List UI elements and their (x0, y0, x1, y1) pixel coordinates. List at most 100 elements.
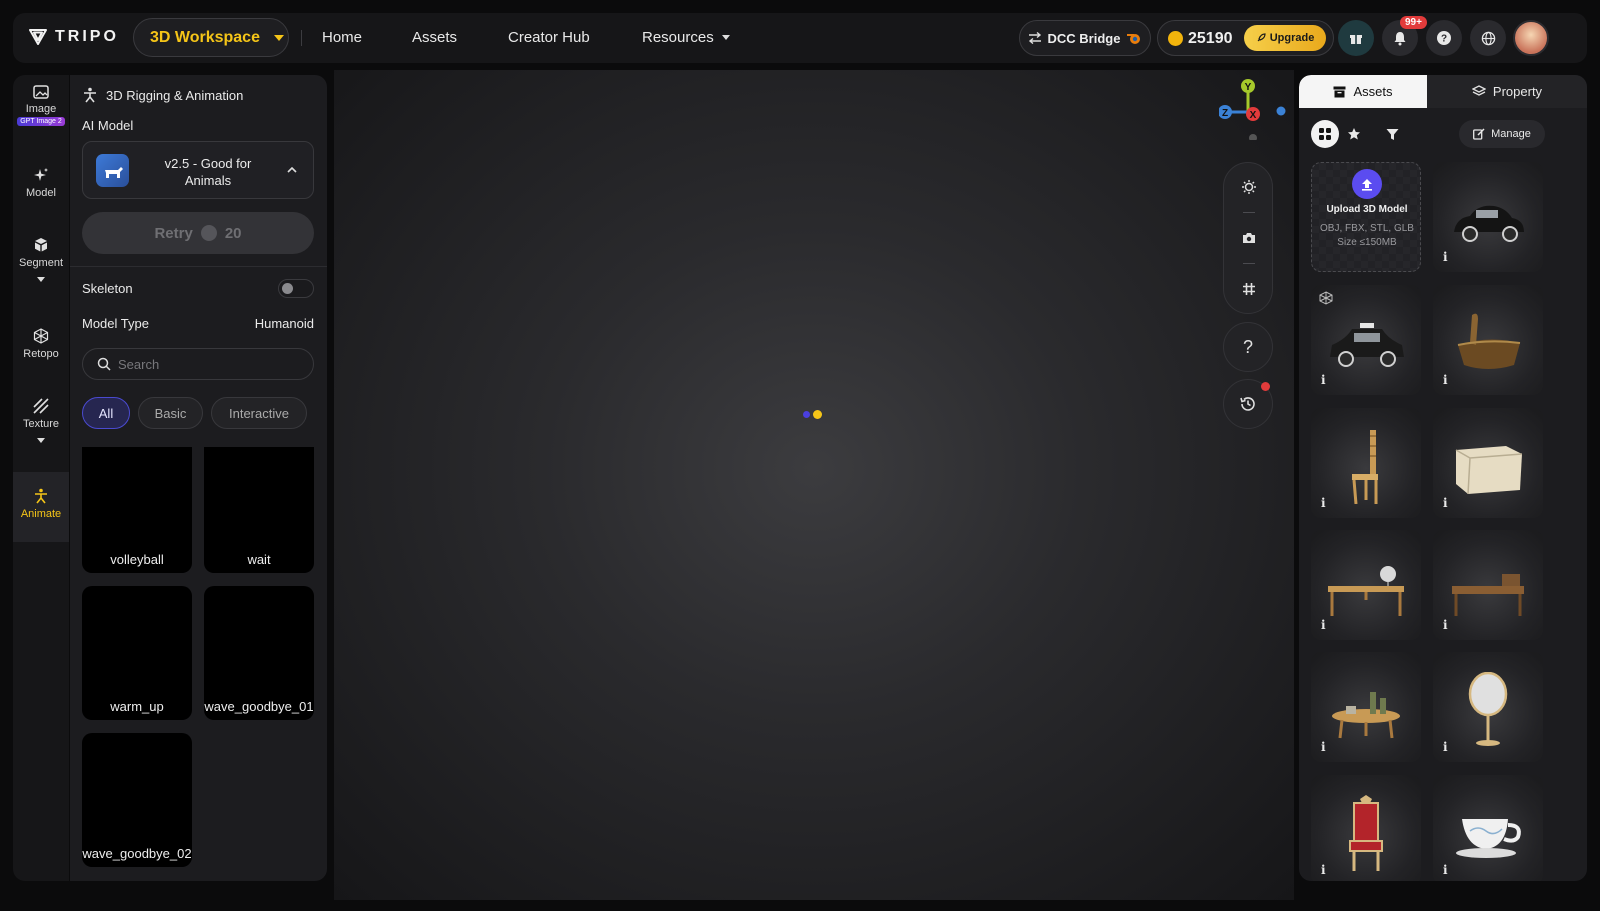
camera-icon (1243, 233, 1255, 243)
divider (1243, 212, 1255, 213)
rail-item-animate[interactable]: Animate (13, 472, 69, 542)
tripo-logo[interactable]: TRIPO (29, 28, 119, 46)
caret-down-icon[interactable] (37, 438, 45, 443)
animation-card[interactable]: wave_goodbye_01 (204, 586, 314, 720)
asset-card-taxi-car[interactable]: i (1311, 285, 1421, 395)
nav-resources[interactable]: Resources (642, 29, 730, 46)
filter-chip-all[interactable]: All (82, 397, 130, 429)
search-input[interactable] (118, 356, 308, 372)
rail-label-image: Image (25, 103, 57, 115)
wooden-boat-thumbnail (1457, 313, 1521, 369)
animation-search[interactable] (82, 348, 314, 380)
axis-gizmo[interactable]: Y Z X (1219, 78, 1289, 140)
grid-icon (1319, 128, 1331, 140)
swap-arrows-icon (1028, 32, 1041, 44)
dcc-bridge-label: DCC Bridge (1047, 30, 1121, 46)
help-chat-button[interactable]: ? (1426, 20, 1462, 56)
workspace-dropdown[interactable]: 3D Workspace (133, 18, 289, 57)
panel-header: 3D Rigging & Animation (82, 87, 243, 103)
animation-card[interactable]: wait (204, 447, 314, 573)
layers-icon (1471, 85, 1486, 96)
texture-stripes-icon (33, 398, 49, 414)
upload-title: Upload 3D Model (1326, 204, 1408, 215)
animation-name: warm_up (110, 699, 164, 714)
tab-assets[interactable]: Assets (1299, 75, 1427, 108)
history-button[interactable] (1223, 379, 1273, 429)
info-icon[interactable]: i (1443, 250, 1448, 264)
notifications-button[interactable]: 99+ (1382, 16, 1427, 56)
asset-card-standing-mirror[interactable]: i (1433, 652, 1543, 762)
info-icon[interactable]: i (1321, 863, 1326, 877)
user-avatar[interactable] (1513, 20, 1549, 56)
info-icon[interactable]: i (1443, 496, 1448, 510)
grid-toggle-button[interactable] (1236, 276, 1262, 302)
asset-card-teacup[interactable]: i (1433, 775, 1543, 881)
animation-card[interactable]: volleyball (82, 447, 192, 573)
asset-card-wooden-boat[interactable]: i (1433, 285, 1543, 395)
language-button[interactable] (1470, 20, 1506, 56)
info-icon[interactable]: i (1321, 618, 1326, 632)
info-icon[interactable]: i (1443, 740, 1448, 754)
animation-card[interactable]: wave_goodbye_02 (82, 733, 192, 867)
info-icon[interactable]: i (1443, 373, 1448, 387)
rail-label-animate: Animate (20, 508, 62, 520)
asset-card-side-table-with-bottles[interactable]: i (1311, 652, 1421, 762)
help-button[interactable]: ? (1223, 322, 1273, 372)
info-icon[interactable]: i (1443, 618, 1448, 632)
divider (1243, 263, 1255, 264)
info-icon[interactable]: i (1321, 740, 1326, 754)
manage-button[interactable]: Manage (1459, 120, 1545, 148)
view-all-button[interactable] (1311, 120, 1339, 148)
asset-card-writing-desk[interactable]: i (1433, 530, 1543, 640)
model-type-label: Model Type (82, 316, 149, 331)
info-icon[interactable]: i (1321, 496, 1326, 510)
nav-assets[interactable]: Assets (412, 29, 457, 46)
3d-viewport[interactable]: Y Z X ? (334, 70, 1294, 900)
info-icon[interactable]: i (1321, 373, 1326, 387)
skeleton-toggle[interactable] (278, 279, 314, 298)
gpt-image-tag: GPT Image 2 (17, 117, 65, 126)
chevron-up-icon (287, 167, 297, 173)
axis-label-y: Y (1245, 82, 1252, 93)
nav-home[interactable]: Home (322, 29, 362, 46)
rail-item-model[interactable]: Model (13, 167, 69, 199)
screenshot-button[interactable] (1236, 225, 1262, 251)
top-bar: TRIPO 3D Workspace Home Assets Creator H… (13, 13, 1587, 63)
info-icon[interactable]: i (1443, 863, 1448, 877)
upload-arrow-icon (1362, 178, 1372, 191)
asset-card-storage-crate[interactable]: i (1433, 408, 1543, 518)
animation-name: volleyball (110, 552, 164, 567)
dcc-bridge-button[interactable]: DCC Bridge (1019, 20, 1151, 56)
caret-down-icon[interactable] (37, 277, 45, 282)
tab-property[interactable]: Property (1427, 75, 1587, 108)
upload-model-card[interactable]: Upload 3D Model OBJ, FBX, STL, GLB Size … (1311, 162, 1421, 272)
asset-card-vintage-car[interactable]: i (1433, 162, 1543, 272)
nav-creator-hub[interactable]: Creator Hub (508, 29, 590, 46)
model-type-value[interactable]: Humanoid (255, 316, 314, 331)
history-indicator-dot (1261, 382, 1270, 391)
asset-card-red-throne-chair[interactable]: i (1311, 775, 1421, 881)
writing-desk-thumbnail (1452, 574, 1524, 616)
upload-icon (1352, 169, 1382, 199)
filter-chip-interactive[interactable]: Interactive (211, 397, 307, 429)
upgrade-button[interactable]: Upgrade (1244, 25, 1326, 51)
rail-item-image[interactable]: Image GPT Image 2 (13, 85, 69, 126)
asset-card-wooden-chair[interactable]: i (1311, 408, 1421, 518)
rail-item-segment[interactable]: Segment (13, 237, 69, 282)
favorites-button[interactable] (1340, 120, 1368, 148)
axis-label-x: X (1250, 110, 1257, 121)
gift-button[interactable] (1338, 20, 1374, 56)
filter-chip-basic[interactable]: Basic (138, 397, 203, 429)
retry-button[interactable]: Retry 20 (82, 212, 314, 254)
lighting-button[interactable] (1236, 174, 1262, 200)
rail-item-texture[interactable]: Texture (13, 398, 69, 443)
side-table-thumbnail (1332, 692, 1400, 739)
filter-button[interactable] (1378, 120, 1406, 148)
animation-card[interactable]: warm_up (82, 586, 192, 720)
rail-label-model: Model (26, 187, 56, 199)
search-icon (97, 357, 111, 371)
ai-model-select[interactable]: v2.5 - Good for Animals (82, 141, 314, 199)
rail-label-segment: Segment (18, 257, 64, 269)
rail-item-retopo[interactable]: Retopo (13, 328, 69, 360)
asset-card-desk-with-globe[interactable]: i (1311, 530, 1421, 640)
